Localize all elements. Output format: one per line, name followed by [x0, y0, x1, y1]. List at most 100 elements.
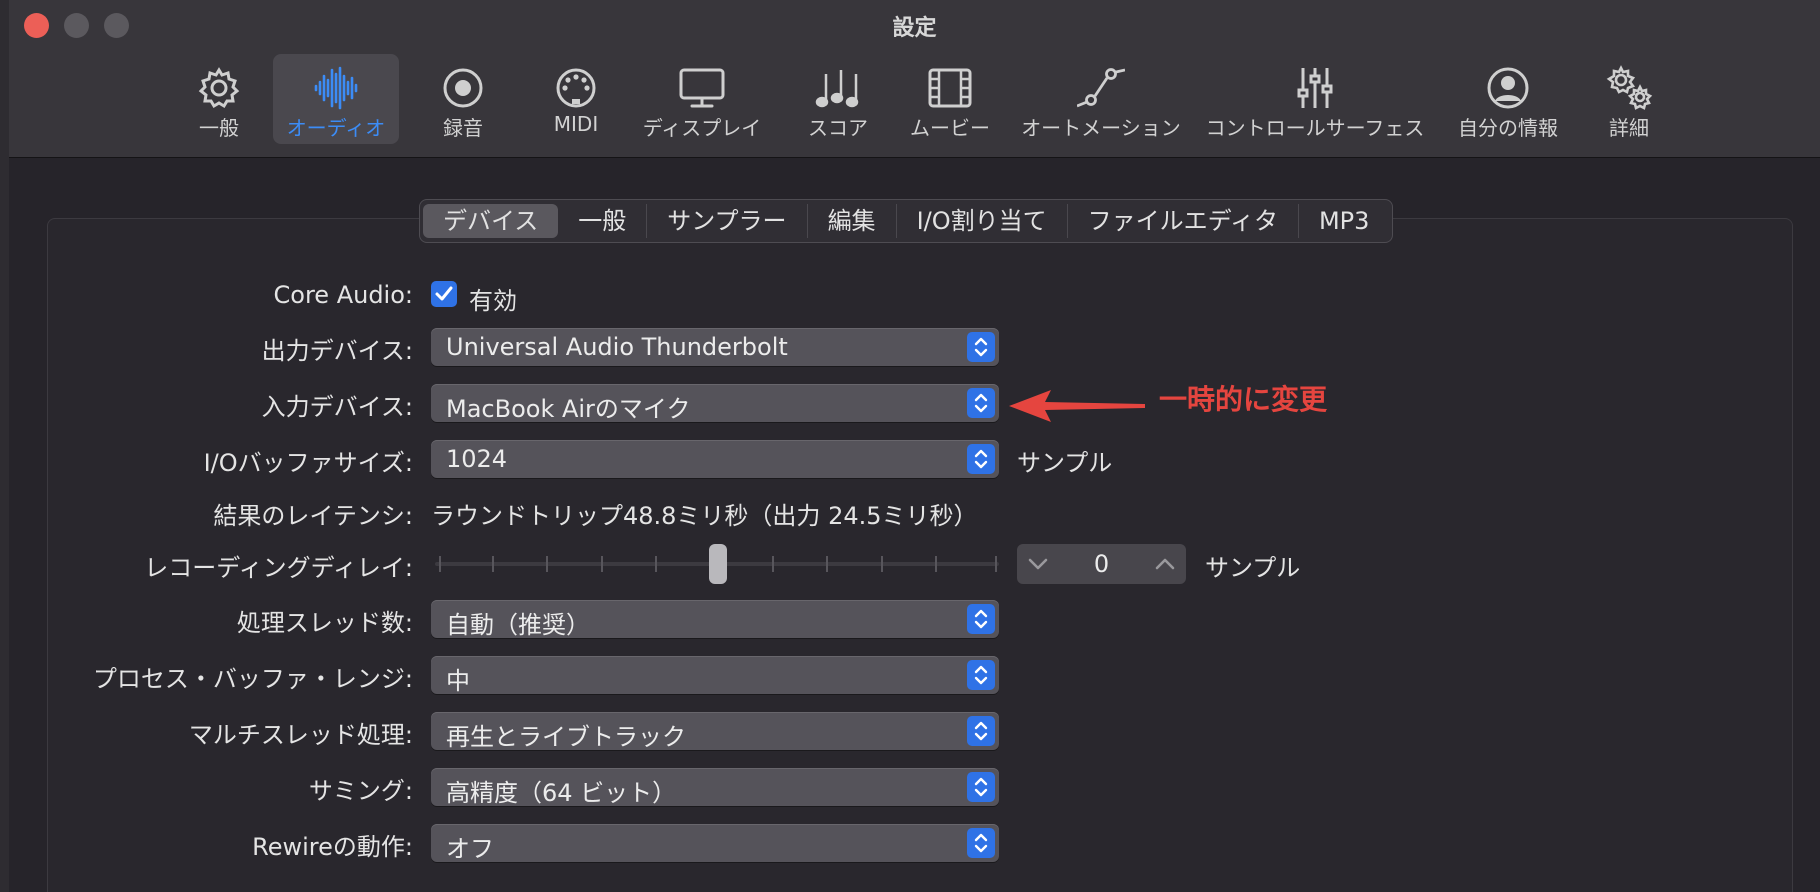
core-audio-label: Core Audio: — [273, 281, 413, 309]
tab-editing[interactable]: 編集 — [806, 204, 896, 238]
toolbar-item-control-surfaces[interactable]: コントロールサーフェス — [1200, 54, 1430, 144]
popup-stepper-icon — [967, 828, 995, 858]
threads-popup[interactable]: 自動（推奨） — [431, 600, 999, 639]
title-bar: 設定 一般 オーディオ 録音 MIDI ディスプレイ スコア ムービー オートメ… — [9, 0, 1820, 158]
window-title: 設定 — [892, 16, 937, 41]
person-icon — [1487, 67, 1529, 109]
slider-tick — [492, 556, 494, 572]
toolbar-label-audio: オーディオ — [286, 116, 386, 140]
film-icon — [928, 68, 972, 108]
summing-popup[interactable]: 高精度（64 ビット） — [431, 768, 999, 807]
toolbar-label-general: 一般 — [199, 116, 239, 140]
output-device-label: 出力デバイス: — [261, 337, 413, 365]
buffer-size-value: 1024 — [446, 445, 508, 473]
latency-value: ラウンドトリップ48.8ミリ秒（出力 24.5ミリ秒） — [431, 502, 978, 530]
slider-tick — [881, 556, 883, 572]
input-device-label: 入力デバイス: — [261, 393, 413, 421]
midi-port-icon — [556, 68, 596, 108]
output-device-value: Universal Audio Thunderbolt — [446, 333, 788, 361]
toolbar-item-audio[interactable]: オーディオ — [273, 54, 399, 144]
toolbar-item-advanced[interactable]: 詳細 — [1589, 54, 1669, 144]
toolbar-item-my-info[interactable]: 自分の情報 — [1449, 54, 1567, 144]
audio-tabs: デバイス 一般 サンプラー 編集 I/O割り当て ファイルエディタ MP3 — [419, 199, 1394, 243]
toolbar-label-advanced: 詳細 — [1609, 116, 1649, 140]
record-icon — [443, 68, 483, 108]
slider-tick — [655, 556, 657, 572]
popup-stepper-icon — [967, 716, 995, 746]
slider-tick — [439, 556, 441, 572]
settings-window: 設定 一般 オーディオ 録音 MIDI ディスプレイ スコア ムービー オートメ… — [9, 0, 1820, 892]
toolbar-item-midi[interactable]: MIDI — [536, 54, 616, 144]
toolbar-label-display: ディスプレイ — [642, 116, 762, 140]
toolbar-item-general[interactable]: 一般 — [179, 54, 259, 144]
recording-delay-unit: サンプル — [1205, 554, 1301, 582]
input-device-value: MacBook Airのマイク — [446, 395, 691, 423]
latency-label: 結果のレイテンシ: — [213, 502, 413, 530]
display-icon — [679, 68, 725, 108]
output-device-popup[interactable]: Universal Audio Thunderbolt — [431, 328, 999, 366]
slider-tick — [935, 556, 937, 572]
chevron-up-icon[interactable] — [1154, 555, 1176, 573]
popup-stepper-icon — [967, 332, 995, 362]
buffer-range-value: 中 — [446, 667, 470, 695]
recording-delay-stepper[interactable]: 0 — [1017, 544, 1186, 584]
summing-label: サミング: — [308, 777, 413, 805]
toolbar-label-my-info: 自分の情報 — [1458, 116, 1558, 140]
background-window-edge — [0, 0, 9, 892]
buffer-range-label: プロセス・バッファ・レンジ: — [92, 665, 413, 693]
toolbar-item-score[interactable]: スコア — [795, 54, 881, 144]
popup-stepper-icon — [967, 388, 995, 418]
toolbar-label-control-surfaces: コントロールサーフェス — [1205, 116, 1425, 140]
tab-sampler[interactable]: サンプラー — [646, 204, 806, 238]
recording-delay-label: レコーディングディレイ: — [144, 554, 413, 582]
recording-delay-slider-knob[interactable] — [709, 544, 727, 584]
input-device-popup[interactable]: MacBook Airのマイク — [431, 384, 999, 423]
core-audio-checkbox[interactable] — [431, 281, 457, 307]
buffer-size-popup[interactable]: 1024 — [431, 440, 999, 478]
tab-file-editor[interactable]: ファイルエディタ — [1066, 204, 1298, 238]
multithreading-value: 再生とライブトラック — [446, 723, 686, 751]
threads-value: 自動（推奨） — [446, 611, 590, 639]
popup-stepper-icon — [967, 772, 995, 802]
toolbar-label-midi: MIDI — [553, 112, 599, 136]
slider-tick — [601, 556, 603, 572]
summing-value: 高精度（64 ビット） — [446, 779, 677, 807]
core-audio-enabled-label: 有効 — [469, 287, 517, 315]
toolbar-item-display[interactable]: ディスプレイ — [637, 54, 767, 144]
toolbar-item-automation[interactable]: オートメーション — [1017, 54, 1185, 144]
gears-icon — [1606, 65, 1653, 110]
toolbar-item-movie[interactable]: ムービー — [900, 54, 1000, 144]
buffer-range-popup[interactable]: 中 — [431, 656, 999, 695]
slider-tick — [826, 556, 828, 572]
buffer-size-unit: サンプル — [1017, 449, 1113, 477]
popup-stepper-icon — [967, 660, 995, 690]
annotation-text: 一時的に変更 — [1159, 383, 1328, 416]
checkmark-icon — [435, 286, 453, 301]
rewire-popup[interactable]: オフ — [431, 824, 999, 863]
rewire-value: オフ — [446, 835, 494, 863]
toolbar-label-automation: オートメーション — [1021, 116, 1181, 140]
buffer-size-label: I/Oバッファサイズ: — [203, 449, 413, 477]
tab-devices[interactable]: デバイス — [423, 204, 559, 238]
automation-icon — [1077, 68, 1125, 108]
multithreading-popup[interactable]: 再生とライブトラック — [431, 712, 999, 751]
toolbar-label-recording: 録音 — [443, 116, 483, 140]
toolbar-label-movie: ムービー — [910, 116, 990, 140]
tab-io-assignments[interactable]: I/O割り当て — [895, 204, 1067, 238]
tab-mp3[interactable]: MP3 — [1297, 204, 1389, 238]
threads-label: 処理スレッド数: — [236, 609, 413, 637]
popup-stepper-icon — [967, 604, 995, 634]
music-notes-icon — [815, 70, 859, 108]
annotation-arrow — [1009, 390, 1145, 422]
toolbar-item-recording[interactable]: 録音 — [423, 54, 503, 144]
toolbar-label-score: スコア — [808, 116, 868, 140]
rewire-label: Rewireの動作: — [252, 833, 413, 861]
sliders-icon — [1297, 68, 1333, 108]
slider-tick — [546, 556, 548, 572]
multithreading-label: マルチスレッド処理: — [188, 721, 413, 749]
gear-icon — [198, 67, 240, 109]
waveform-icon — [314, 66, 358, 110]
slider-tick — [772, 556, 774, 572]
tab-general[interactable]: 一般 — [558, 204, 646, 238]
slider-tick — [995, 556, 997, 572]
